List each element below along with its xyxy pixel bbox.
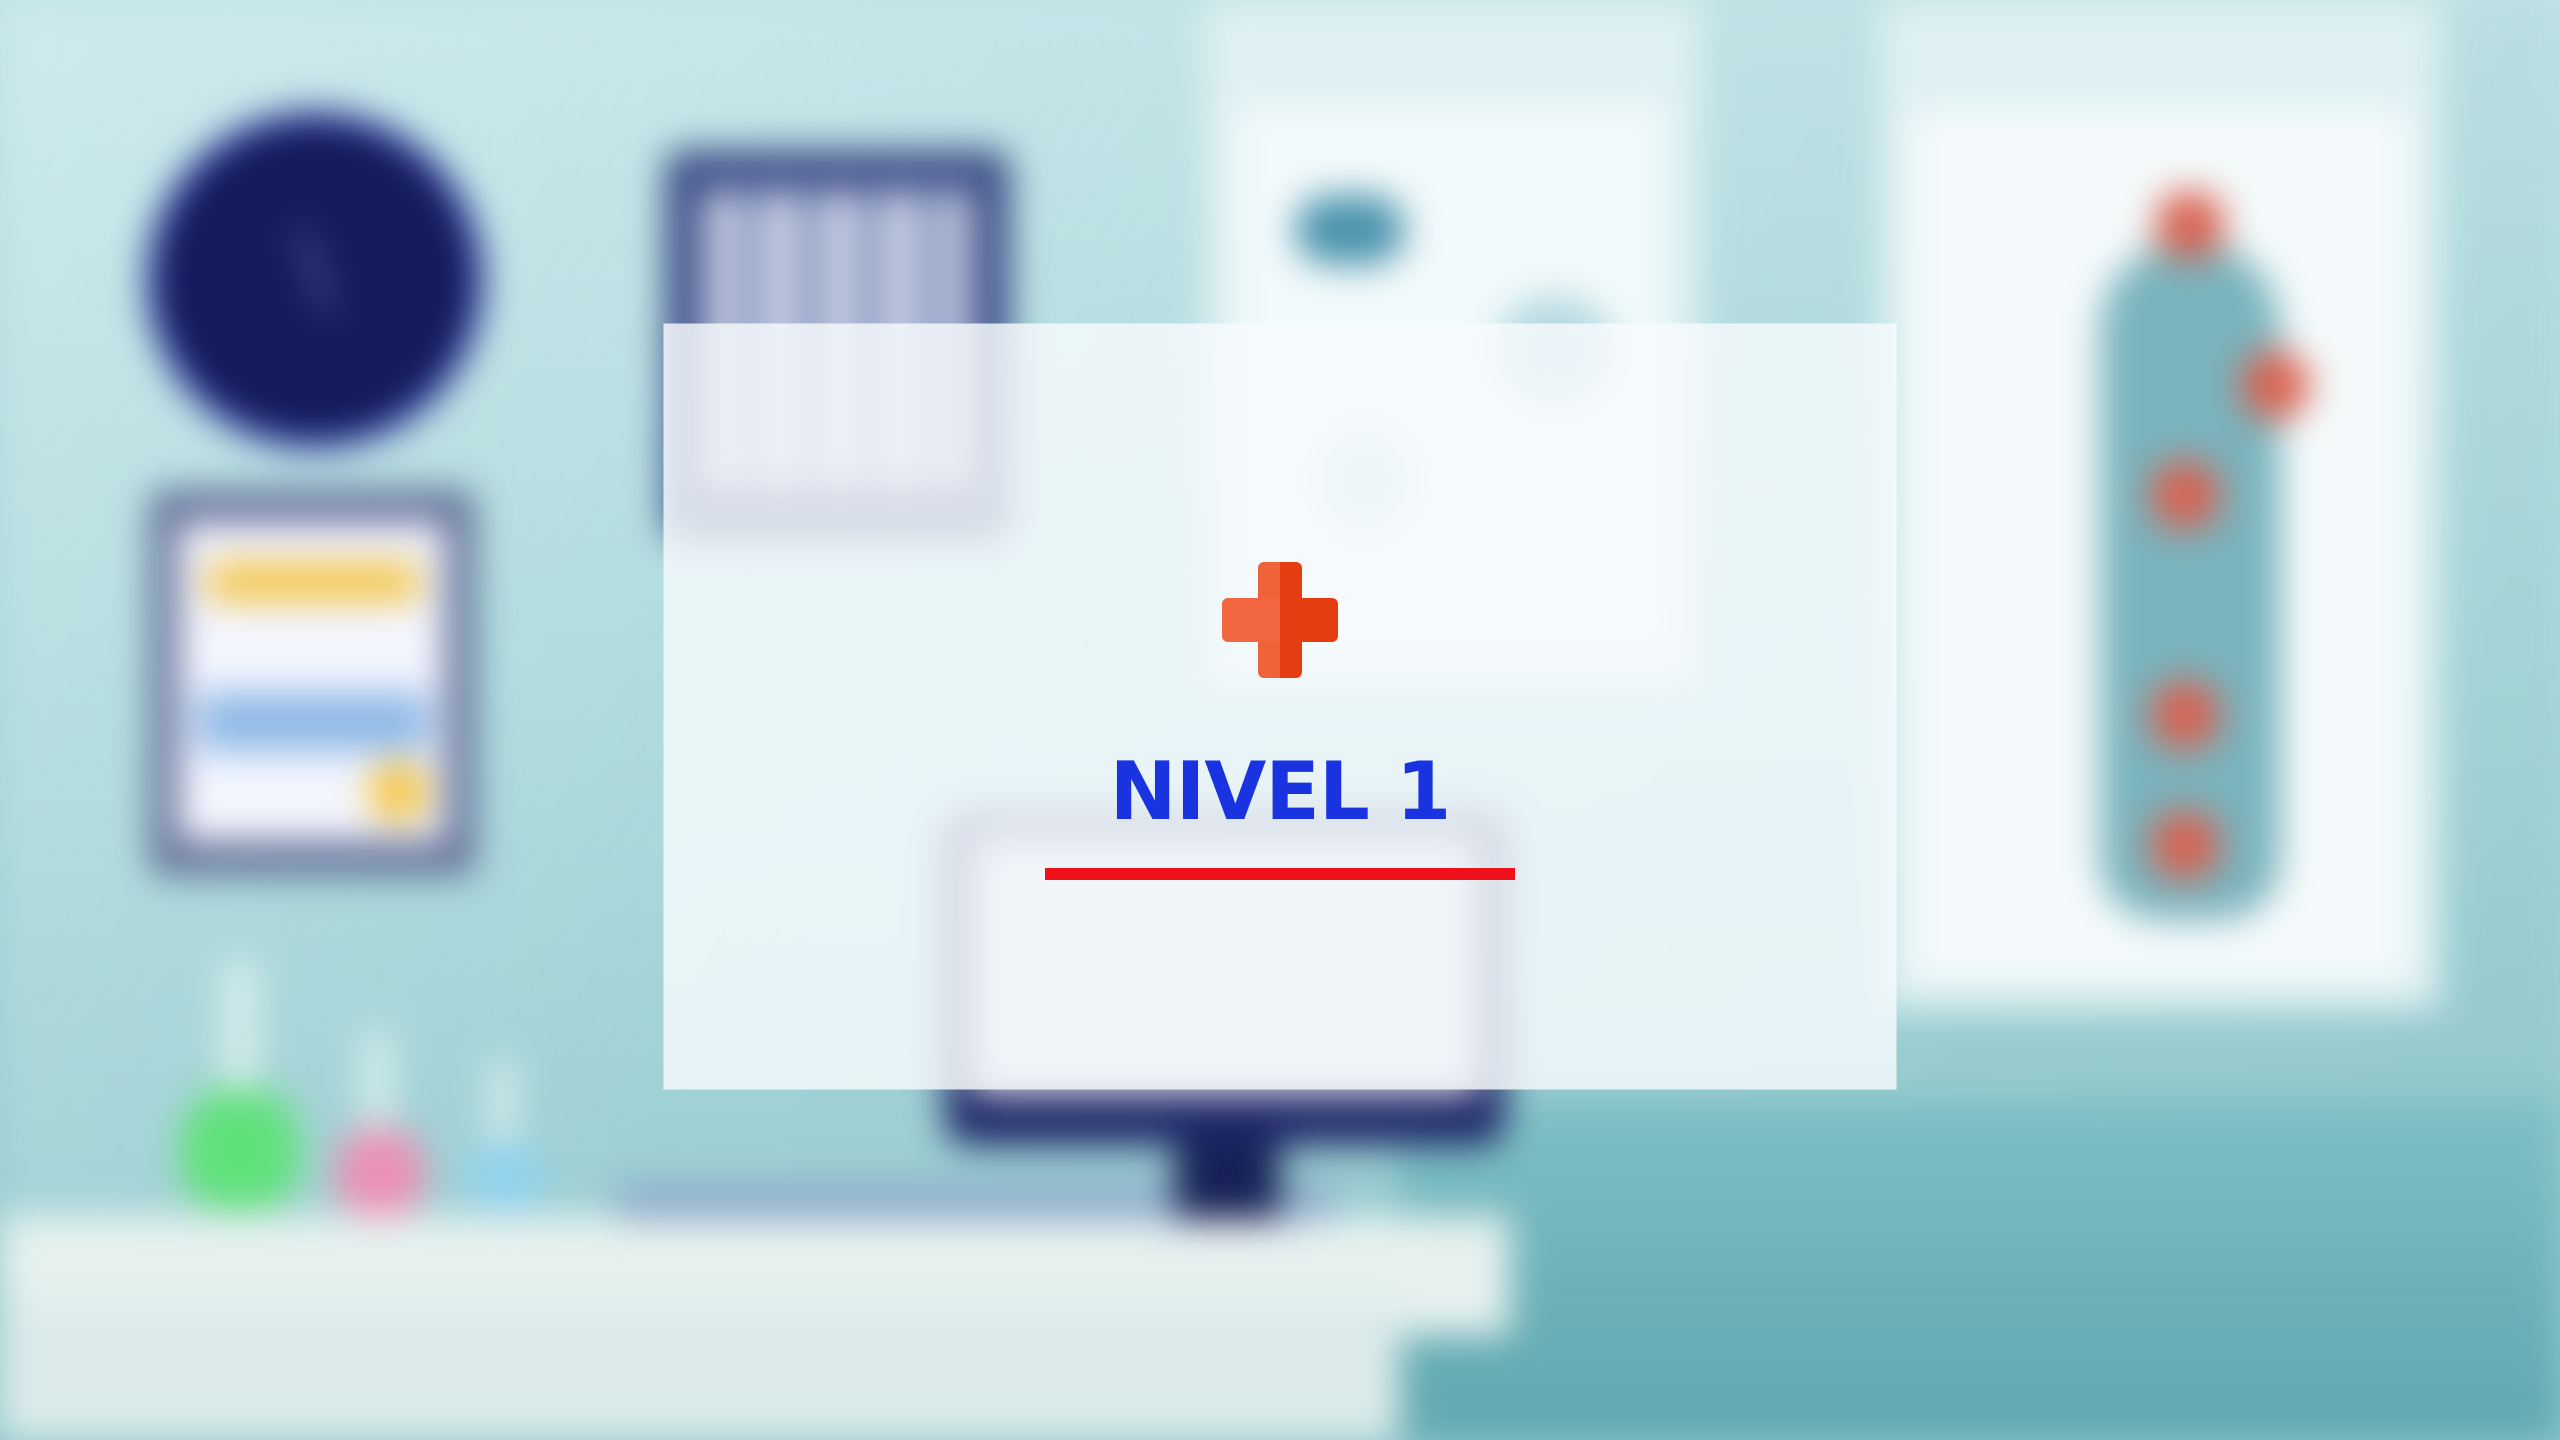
green-flask-neck	[222, 960, 258, 1090]
anatomy-paper	[1910, 110, 2410, 980]
title-underline	[1045, 868, 1515, 880]
anatomy-poster	[1880, 0, 2440, 1010]
level-title: NIVEL 1	[1109, 745, 1452, 838]
green-flask	[180, 1085, 300, 1210]
floor	[1400, 1100, 2560, 1440]
monitor-stand	[1175, 1140, 1280, 1220]
liver-illustration	[1295, 195, 1405, 265]
medical-cross-icon	[1222, 562, 1338, 678]
wall-clock	[160, 125, 470, 435]
shoulder-hotspot	[2240, 350, 2310, 420]
blue-flask	[470, 1140, 540, 1210]
desk-front	[0, 1300, 1400, 1440]
blue-flask-neck	[490, 1060, 516, 1145]
pink-flask	[335, 1125, 425, 1215]
game-scene: NIVEL 1	[0, 0, 2560, 1440]
arm-hotspot	[2150, 460, 2220, 530]
clock-hand	[294, 226, 336, 314]
knee-hotspot	[2150, 680, 2220, 750]
level-intro-panel	[664, 324, 1896, 1089]
pink-flask-neck	[362, 1030, 392, 1130]
cross-horizontal-bar	[1222, 598, 1338, 642]
certificate-header	[208, 562, 418, 602]
head-hotspot	[2155, 190, 2225, 260]
level-intro-content	[664, 324, 1896, 1089]
